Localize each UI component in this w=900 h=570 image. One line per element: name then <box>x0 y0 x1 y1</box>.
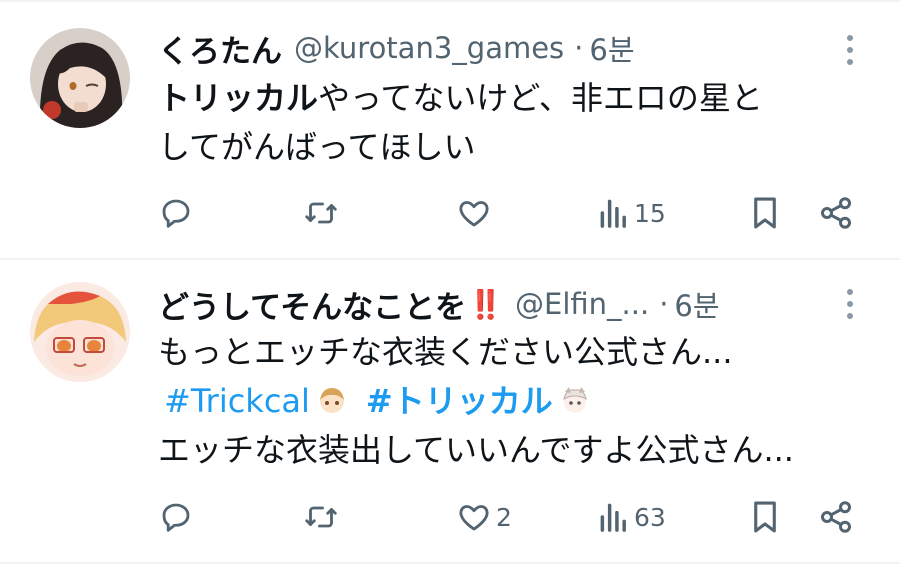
reply-icon <box>158 499 194 535</box>
timestamp[interactable]: 6분 <box>589 27 634 69</box>
separator-dot: · <box>659 287 669 321</box>
display-name[interactable]: くろたん <box>158 26 282 70</box>
action-bar: 2 63 <box>158 495 858 539</box>
hashtag-trickcal[interactable]: #Trickcal <box>164 382 310 420</box>
character-emoji-icon <box>316 381 348 413</box>
more-options-icon[interactable] <box>840 282 860 326</box>
reply-button[interactable] <box>158 495 198 539</box>
share-icon <box>818 499 854 535</box>
user-handle[interactable]: @kurotan3_games <box>294 31 564 65</box>
bookmark-button[interactable] <box>748 191 782 235</box>
views-count: 15 <box>634 198 666 228</box>
more-options-icon[interactable] <box>840 28 860 72</box>
text-segment: もっとエッチな衣装ください公式さん... <box>158 333 733 371</box>
separator-dot: · <box>574 31 584 65</box>
views-icon <box>598 195 630 231</box>
bookmark-icon <box>748 194 782 232</box>
tweet-text: トリッカルやってないけど、非エロの星と してがんばってほしい <box>158 74 870 172</box>
text-segment: やってないけど、非エロの星と <box>318 79 763 117</box>
tweet-header: どうしてそんなことを ‼️ @Elfin_... · 6분 <box>158 282 820 326</box>
reply-icon <box>158 195 194 231</box>
views-icon <box>598 499 630 535</box>
share-button[interactable] <box>818 191 854 235</box>
action-bar: 15 <box>158 191 858 235</box>
bottom-divider <box>0 562 900 564</box>
retweet-button[interactable] <box>303 495 343 539</box>
views-count: 63 <box>634 502 666 532</box>
share-icon <box>818 195 854 231</box>
character-emoji-icon <box>559 381 591 413</box>
tweet-divider <box>0 258 900 260</box>
avatar[interactable] <box>30 282 130 382</box>
text-segment: エッチな衣装出していいんですよ公式さん... <box>158 431 794 469</box>
hashtag-trickcal-jp[interactable]: #トリッカル <box>366 382 553 420</box>
bookmark-button[interactable] <box>748 495 782 539</box>
bold-text: トリッカル <box>158 79 319 117</box>
tweet[interactable]: くろたん @kurotan3_games · 6분 トリッカルやってないけど、非… <box>0 0 900 258</box>
views-button[interactable]: 15 <box>598 191 666 235</box>
heart-icon <box>456 499 492 535</box>
tweet-text: もっとエッチな衣装ください公式さん... #Trickcal #トリッカル エッチ… <box>158 328 870 475</box>
bookmark-icon <box>748 498 782 536</box>
user-handle[interactable]: @Elfin_... <box>515 287 649 321</box>
views-button[interactable]: 63 <box>598 495 666 539</box>
heart-icon <box>456 195 492 231</box>
retweet-icon <box>303 499 339 535</box>
double-exclamation-icon: ‼️ <box>468 287 504 321</box>
tweet-header: くろたん @kurotan3_games · 6분 <box>158 26 820 70</box>
like-count: 2 <box>496 502 512 532</box>
retweet-button[interactable] <box>303 191 343 235</box>
text-segment: してがんばってほしい <box>158 128 476 166</box>
avatar[interactable] <box>30 28 130 128</box>
timestamp[interactable]: 6분 <box>674 283 719 325</box>
share-button[interactable] <box>818 495 854 539</box>
like-button[interactable]: 2 <box>456 495 512 539</box>
display-name[interactable]: どうしてそんなことを <box>158 282 466 326</box>
like-button[interactable] <box>456 191 496 235</box>
reply-button[interactable] <box>158 191 198 235</box>
retweet-icon <box>303 195 339 231</box>
tweet[interactable]: どうしてそんなことを ‼️ @Elfin_... · 6분 もっとエッチな衣装く… <box>0 264 900 564</box>
